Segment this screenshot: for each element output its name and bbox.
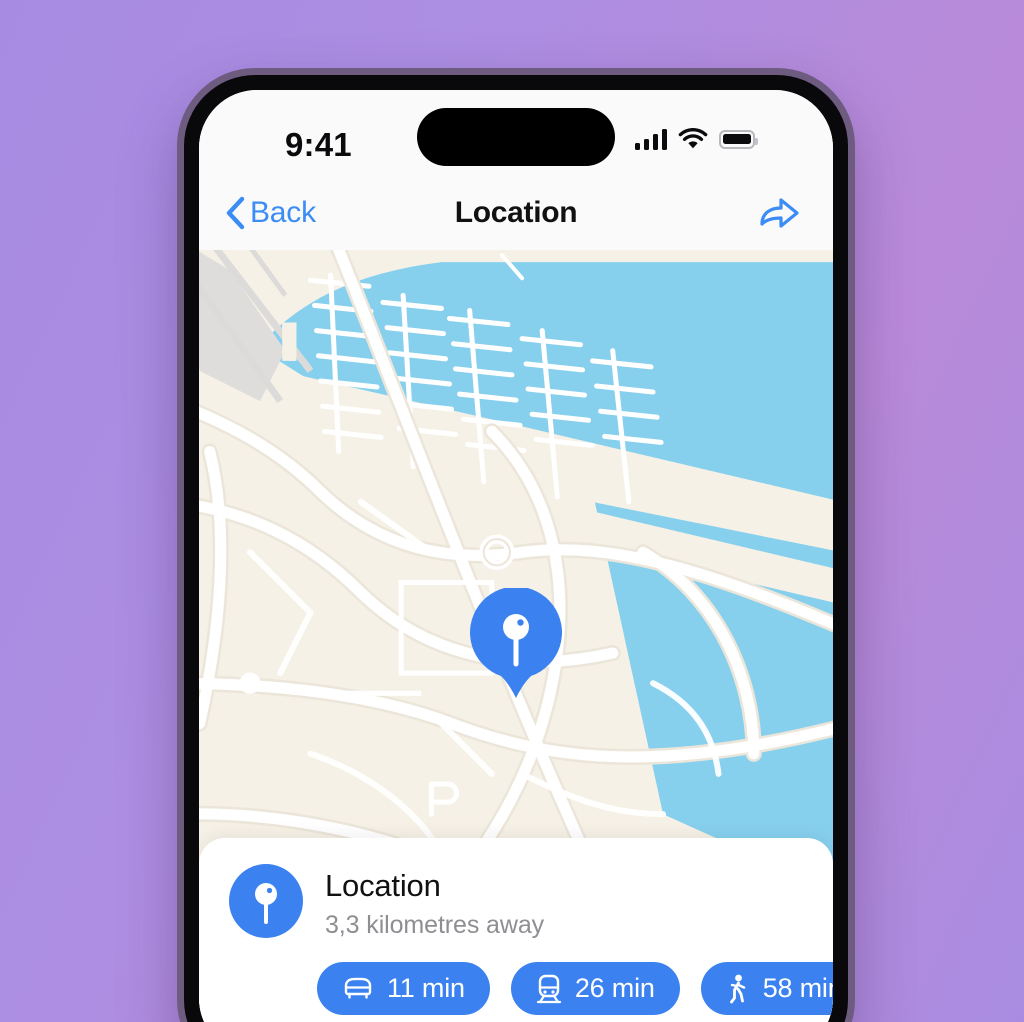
share-arrow-icon — [760, 197, 799, 228]
route-option-train[interactable]: 26 min — [510, 962, 680, 1015]
map-pin-marker[interactable] — [467, 588, 565, 700]
map-pin-glyph — [255, 883, 277, 924]
train-icon — [536, 974, 561, 1003]
card-header: Location 3,3 kilometres away — [199, 864, 833, 940]
back-button-label: Back — [250, 196, 316, 229]
navigation-bar: Back Location — [199, 176, 833, 250]
route-option-car[interactable]: 11 min — [317, 962, 490, 1015]
car-icon — [344, 977, 372, 999]
status-bar: 9:41 — [199, 90, 833, 176]
dynamic-island — [417, 108, 615, 166]
share-button[interactable] — [757, 191, 801, 236]
map-pin-marker-icon — [470, 588, 562, 698]
phone-bezel: 9:41 Back Location Location 3,3 kilometr… — [184, 75, 848, 1022]
signal-bars-icon — [634, 128, 667, 150]
phone-device: 9:41 Back Location Location 3,3 kilometr… — [177, 68, 855, 1022]
card-text-block: Location 3,3 kilometres away — [325, 864, 544, 940]
phone-screen: 9:41 Back Location Location 3,3 kilometr… — [199, 90, 833, 1022]
status-bar-clock: 9:41 — [285, 126, 352, 163]
chevron-left-icon — [226, 196, 245, 230]
card-title: Location — [325, 868, 441, 903]
route-option-train-label: 26 min — [574, 973, 655, 1003]
status-bar-indicators — [634, 128, 758, 150]
location-detail-card: Location 3,3 kilometres away 11 min 26 m… — [199, 838, 833, 1022]
route-option-walking[interactable]: 58 min — [700, 962, 833, 1015]
card-subtitle: 3,3 kilometres away — [325, 911, 545, 939]
wifi-icon — [678, 128, 708, 149]
route-option-walking-label: 58 min — [762, 973, 833, 1003]
walking-icon — [729, 974, 745, 1003]
map-pin-icon — [229, 864, 303, 938]
route-options: 11 min 26 min 58 mi — [199, 940, 833, 1015]
battery-icon — [719, 129, 758, 149]
route-option-car-label: 11 min — [387, 973, 465, 1003]
back-button[interactable]: Back — [225, 196, 316, 230]
